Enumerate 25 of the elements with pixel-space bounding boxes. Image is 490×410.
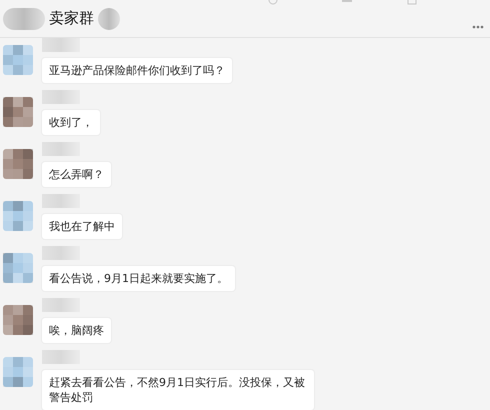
message-bubble: 唉，脑阔疼	[42, 318, 111, 343]
blurred-name	[42, 38, 80, 52]
avatar-icon[interactable]	[3, 149, 33, 179]
blurred-name	[42, 194, 80, 208]
message-bubble: 收到了，	[42, 110, 100, 135]
avatar-icon[interactable]	[3, 97, 33, 127]
blurred-region	[98, 8, 120, 30]
message-bubble: 亚马逊产品保险邮件你们收到了吗？	[42, 58, 232, 83]
more-icon[interactable]	[472, 24, 484, 28]
blurred-name	[42, 142, 80, 156]
avatar-icon[interactable]	[3, 305, 33, 335]
avatar-icon[interactable]	[3, 357, 33, 387]
chat-title: 卖家群	[49, 9, 94, 28]
avatar-icon[interactable]	[3, 253, 33, 283]
blurred-region	[3, 8, 45, 30]
blurred-name	[42, 298, 80, 312]
blurred-name	[42, 90, 80, 104]
avatar-icon[interactable]	[3, 201, 33, 231]
avatar-icon[interactable]	[3, 45, 33, 75]
message-bubble: 我也在了解中	[42, 214, 122, 239]
message-bubble: 看公告说，9月1日起来就要实施了。	[42, 266, 235, 291]
blurred-name	[42, 350, 80, 364]
blurred-name	[42, 246, 80, 260]
message-bubble: 赶紧去看看公告，不然9月1日实行后。没投保，又被警告处罚	[42, 370, 314, 410]
message-bubble: 怎么弄啊？	[42, 162, 111, 187]
